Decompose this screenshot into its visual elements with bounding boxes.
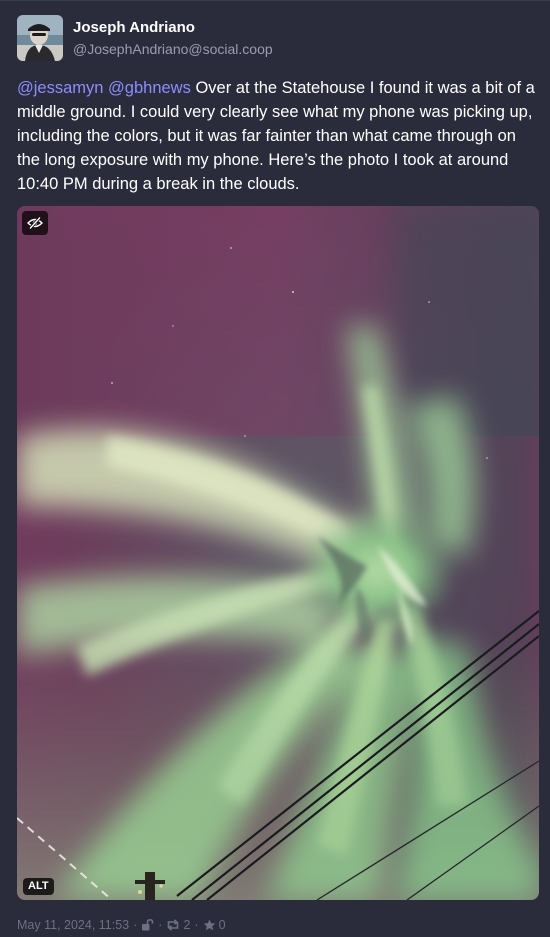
alt-text-badge[interactable]: ALT [23, 878, 54, 895]
author-display-name[interactable]: Joseph Andriano [73, 19, 273, 36]
author-names: Joseph Andriano @JosephAndriano@social.c… [73, 19, 273, 58]
avatar-image [17, 15, 63, 61]
retweet-icon[interactable] [166, 919, 180, 931]
eye-slash-icon [27, 216, 43, 230]
author-handle[interactable]: @JosephAndriano@social.coop [73, 41, 273, 58]
status-post: Joseph Andriano @JosephAndriano@social.c… [0, 0, 550, 937]
post-header: Joseph Andriano @JosephAndriano@social.c… [17, 15, 273, 61]
unlock-icon [141, 919, 154, 931]
meta-separator: · [133, 918, 138, 932]
boost-count[interactable]: 2 [183, 917, 190, 933]
star-icon[interactable] [203, 919, 216, 931]
mention-link-gbhnews[interactable]: @gbhnews [108, 79, 191, 97]
meta-separator: · [158, 918, 163, 932]
meta-separator: · [194, 918, 199, 932]
avatar[interactable] [17, 15, 63, 61]
mention-link-jessamyn[interactable]: @jessamyn [17, 79, 103, 97]
post-meta: May 11, 2024, 11:53 · · 2 · 0 [17, 917, 226, 933]
aurora-photo[interactable] [17, 206, 539, 900]
media-attachment[interactable]: ALT [17, 206, 539, 900]
post-content: @jessamyn @gbhnews Over at the Statehous… [17, 76, 537, 196]
post-timestamp[interactable]: May 11, 2024, 11:53 [17, 917, 129, 933]
hide-media-button[interactable] [22, 211, 48, 235]
favourite-count[interactable]: 0 [219, 917, 226, 933]
